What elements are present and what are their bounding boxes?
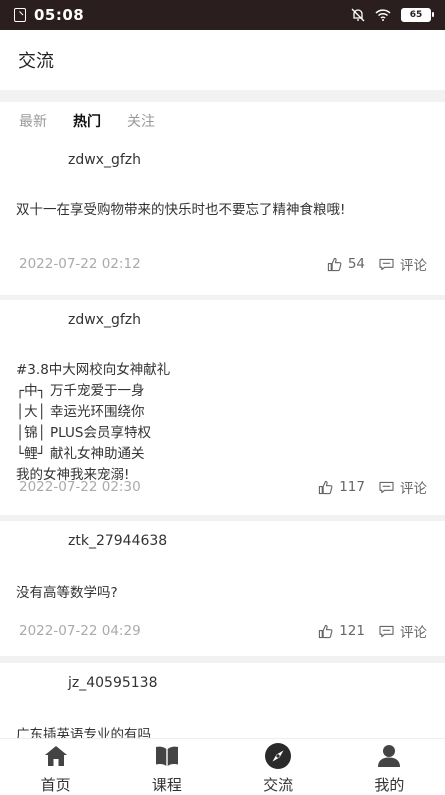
- post-username[interactable]: jz_40595138: [68, 675, 158, 691]
- tab-hot[interactable]: 热门: [73, 111, 101, 131]
- like-count: 54: [347, 256, 365, 272]
- book-icon: [155, 746, 178, 766]
- nav-courses[interactable]: 课程: [111, 739, 222, 795]
- page-title: 交流: [18, 51, 54, 72]
- tab-latest[interactable]: 最新: [19, 111, 47, 131]
- post-date: 2022-07-22 02:30: [19, 479, 141, 495]
- sim-icon: [14, 8, 26, 22]
- status-time: 05:08: [34, 6, 85, 24]
- nav-home[interactable]: 首页: [0, 739, 111, 795]
- post-content: 双十一在享受购物带来的快乐时也不要忘了精神食粮哦!: [16, 202, 346, 218]
- comment-icon: [379, 481, 394, 493]
- post-card[interactable]: zdwx_gfzh #3.8中大网校向女神献礼 ┌中┐ 万千宠爱于一身 │大│ …: [0, 300, 445, 515]
- comment-button[interactable]: 评论: [379, 254, 427, 274]
- nav-community[interactable]: 交流: [223, 739, 334, 795]
- post-username[interactable]: zdwx_gfzh: [68, 152, 141, 168]
- mute-bell-icon: [351, 8, 365, 22]
- nav-courses-label: 课程: [151, 776, 182, 794]
- post-card[interactable]: jz_40595138 广东插英语专业的有吗: [0, 663, 445, 743]
- comment-label: 评论: [400, 625, 427, 641]
- home-icon: [44, 746, 67, 766]
- nav-community-label: 交流: [263, 776, 294, 794]
- like-button[interactable]: 121: [318, 623, 365, 639]
- user-icon: [378, 745, 401, 767]
- wifi-icon: [375, 9, 391, 21]
- comment-button[interactable]: 评论: [379, 477, 427, 497]
- comment-label: 评论: [400, 481, 427, 497]
- thumbs-up-icon: [319, 624, 333, 638]
- nav-profile[interactable]: 我的: [334, 739, 445, 795]
- post-card[interactable]: ztk_27944638 没有高等数学吗? 2022-07-22 04:29 1…: [0, 521, 445, 656]
- post-footer: 2022-07-22 02:12 54 评论: [19, 254, 427, 274]
- like-button[interactable]: 54: [327, 256, 365, 272]
- post-content: #3.8中大网校向女神献礼 ┌中┐ 万千宠爱于一身 │大│ 幸运光环围绕你 │锦…: [16, 362, 171, 483]
- post-username[interactable]: zdwx_gfzh: [68, 312, 141, 328]
- post-date: 2022-07-22 02:12: [19, 256, 141, 272]
- like-button[interactable]: 117: [318, 479, 365, 495]
- comment-label: 评论: [400, 258, 427, 274]
- nav-profile-label: 我的: [374, 776, 405, 794]
- nav-home-label: 首页: [40, 776, 71, 794]
- battery-icon: 65: [401, 8, 434, 22]
- post-content: 没有高等数学吗?: [16, 585, 118, 601]
- comment-icon: [379, 258, 394, 270]
- post-username[interactable]: ztk_27944638: [68, 533, 167, 549]
- tab-following[interactable]: 关注: [127, 111, 155, 131]
- page-header: 交流: [0, 30, 445, 90]
- compass-icon: [265, 743, 292, 769]
- bottom-navigation: 首页 课程 交流 我的: [0, 738, 445, 795]
- post-footer: 2022-07-22 02:30 117 评论: [19, 477, 427, 497]
- comment-icon: [379, 625, 394, 637]
- feed-tabs: 最新 热门 关注: [0, 102, 445, 140]
- thumbs-up-icon: [319, 480, 333, 494]
- status-bar: 05:08 65: [0, 0, 445, 30]
- like-count: 117: [339, 479, 365, 495]
- comment-button[interactable]: 评论: [379, 621, 427, 641]
- like-count: 121: [339, 623, 365, 639]
- thumbs-up-icon: [327, 257, 342, 271]
- post-date: 2022-07-22 04:29: [19, 623, 141, 639]
- post-footer: 2022-07-22 04:29 121 评论: [19, 621, 427, 641]
- post-card[interactable]: zdwx_gfzh 双十一在享受购物带来的快乐时也不要忘了精神食粮哦! 2022…: [0, 140, 445, 295]
